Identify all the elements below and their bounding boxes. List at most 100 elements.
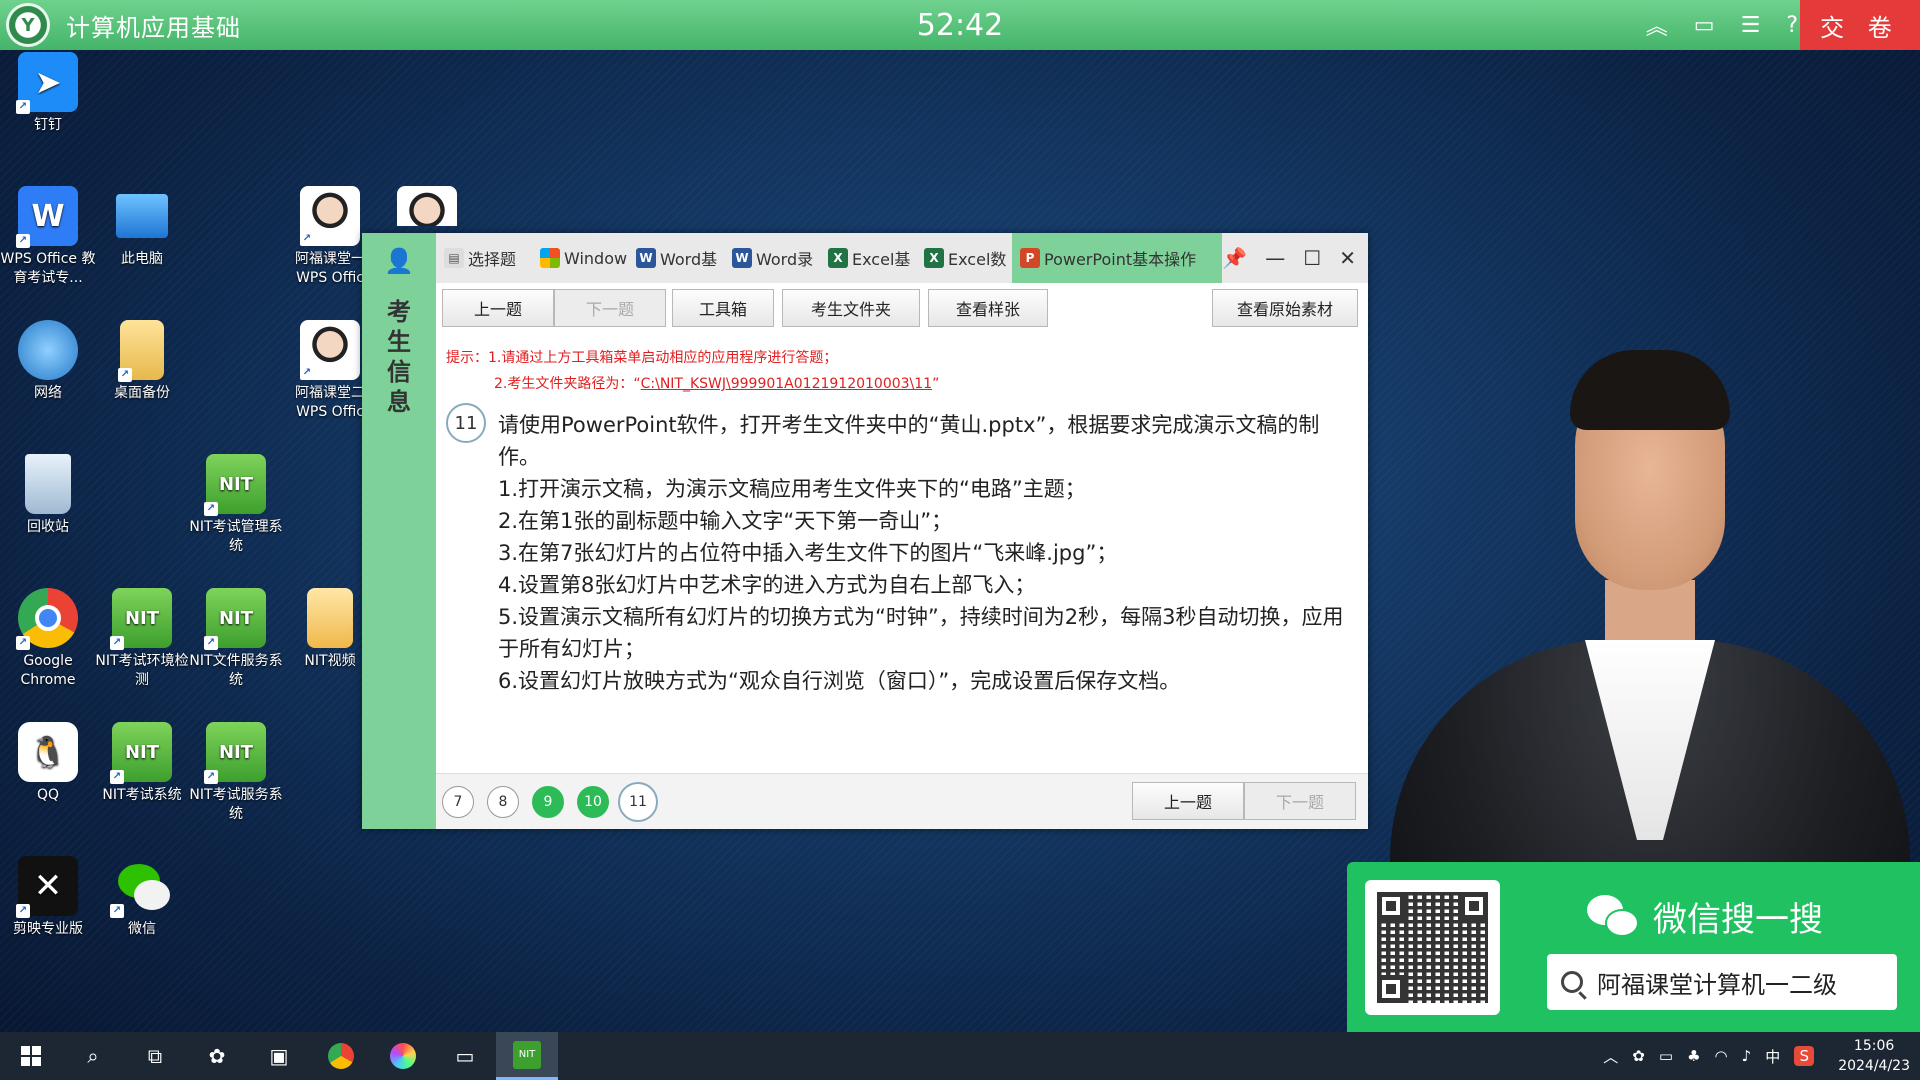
close-icon[interactable]: ✕ [1339,246,1356,270]
student-folder-button[interactable]: 考生文件夹 [782,289,920,327]
footer-next-question-button[interactable]: 下一题 [1244,782,1356,820]
next-question-button[interactable]: 下一题 [554,289,666,327]
student-folder-path-link[interactable]: C:\NIT_KSWJ\999901A0121912010003\11 [641,376,932,392]
desktop-icon-google-chrome[interactable]: ↗ Google Chrome [0,588,98,690]
tab-choice[interactable]: ▤ 选择题 [436,233,532,283]
color-wheel-icon [390,1043,416,1069]
question-dot-8[interactable]: 8 [487,786,519,818]
wechat-search-title: 微信搜一搜 [1587,892,1823,941]
tab-word-input[interactable]: W Word录 [724,233,820,283]
desktop-icon-dingtalk[interactable]: ➤ ↗ 钉钉 [0,52,98,135]
window-icon[interactable]: ▭ [1694,13,1715,38]
wechat-search-box: 阿福课堂计算机一二级 [1547,954,1897,1010]
question-line: 请使用PowerPoint软件，打开考生文件夹中的“黄山.pptx”，根据要求完… [498,413,1320,469]
view-sample-button[interactable]: 查看样张 [928,289,1048,327]
view-original-material-button[interactable]: 查看原始素材 [1212,289,1358,327]
question-text: 请使用PowerPoint软件，打开考生文件夹中的“黄山.pptx”，根据要求完… [498,409,1358,697]
question-line: 1.打开演示文稿，为演示文稿应用考生文件夹下的“电路”主题； [498,477,1086,501]
desktop-icon-this-pc[interactable]: 此电脑 [92,186,192,269]
student-info-panel[interactable]: 👤 考生信息 [362,233,436,829]
minimize-icon[interactable]: — [1265,246,1285,270]
tray-app-icon[interactable]: ✿ [1632,1047,1645,1065]
taskbar-app-window[interactable]: ▭ [434,1032,496,1080]
maximize-icon[interactable]: ☐ [1303,246,1321,270]
question-line: 2.在第1张的副标题中输入文字“天下第一奇山”； [498,509,953,533]
app-logo-icon: Y [6,3,50,47]
sogou-ime-icon[interactable]: S [1794,1046,1815,1066]
taskbar-app-screen[interactable]: ▣ [248,1032,310,1080]
question-line: 3.在第7张幻灯片的占位符中插入考生文件下的图片“飞来峰.jpg”； [498,541,1118,565]
network-globe-icon [18,320,78,380]
exam-toolbar: 上一题 下一题 工具箱 考生文件夹 查看样张 查看原始素材 [436,283,1368,333]
question-dot-7[interactable]: 7 [442,786,474,818]
desktop-icon-nit-env-check[interactable]: NIT ↗ NIT考试环境检测 [92,588,192,690]
student-info-label: 考生信息 [387,298,411,416]
qq-penguin-icon: 🐧 [18,722,78,782]
search-taskbar-button[interactable]: ⌕ [62,1032,124,1080]
taskbar-app-flower[interactable]: ✿ [186,1032,248,1080]
word-icon: W [636,248,656,268]
desktop-icon-qq[interactable]: 🐧 QQ [0,722,98,805]
desktop-icon-network[interactable]: 网络 [0,320,98,403]
chevron-up-icon[interactable]: ︿ [1603,1046,1618,1067]
task-view-button[interactable]: ⧉ [124,1032,186,1080]
list-icon[interactable]: ☰ [1741,13,1761,38]
submit-exam-button[interactable]: 交 卷 [1800,0,1920,50]
windows-taskbar: ⌕ ⧉ ✿ ▣ ▭ NIT ︿ ✿ ▭ ♣ ◠ ♪ 中 S 15:06 2024… [0,1032,1920,1080]
desktop-icon-desktop-backup[interactable]: ↗ 桌面备份 [92,320,192,403]
chrome-icon [328,1043,354,1069]
question-dot-9[interactable]: 9 [532,786,564,818]
taskbar-app-nit[interactable]: NIT [496,1032,558,1080]
tab-windows[interactable]: Window [532,233,628,283]
desktop-icon-nit-file-service[interactable]: NIT ↗ NIT文件服务系统 [186,588,286,690]
capcut-icon: ✕ ↗ [16,856,78,918]
desktop-icon-recycle-bin[interactable]: 回收站 [0,454,98,537]
windows-icon [540,248,560,268]
flower-app-icon: ✿ [208,1044,226,1068]
tray-app-icon-2[interactable]: ♣ [1687,1047,1700,1065]
battery-icon[interactable]: ▭ [1659,1047,1673,1065]
question-line: 6.设置幻灯片放映方式为“观众自行浏览（窗口）”，完成设置后保存文档。 [498,669,1181,693]
question-navigator: 7 8 9 10 11 上一题 下一题 [436,773,1368,829]
help-icon[interactable]: ? [1786,13,1798,38]
volume-icon[interactable]: ♪ [1742,1047,1752,1065]
collapse-up-icon[interactable]: ︽ [1646,9,1668,41]
desktop-icon-capcut[interactable]: ✕ ↗ 剪映专业版 [0,856,98,939]
pin-icon[interactable]: 📌 [1222,246,1247,270]
toolbox-button[interactable]: 工具箱 [672,289,774,327]
ime-indicator[interactable]: 中 [1765,1046,1780,1067]
taskbar-app-chrome[interactable] [310,1032,372,1080]
question-dot-10[interactable]: 10 [577,786,609,818]
desktop-icon-wps-education[interactable]: W ↗ WPS Office 教育考试专... [0,186,98,288]
tab-powerpoint-basic[interactable]: P PowerPoint基本操作 [1012,233,1222,283]
system-clock[interactable]: 15:06 2024/4/23 [1838,1036,1910,1076]
desktop-icon-nit-exam-system[interactable]: NIT ↗ NIT考试系统 [92,722,192,805]
screen-app-icon: ▣ [269,1044,289,1068]
wechat-search-banner: 微信搜一搜 阿福课堂计算机一二级 [1347,862,1920,1032]
desktop-icon-wechat[interactable]: ↗ 微信 [92,856,192,939]
nit-icon: NIT ↗ [204,454,266,516]
nit-icon: NIT ↗ [204,588,266,650]
nit-icon: NIT ↗ [204,722,266,784]
taskbar-app-color[interactable] [372,1032,434,1080]
app-title: 计算机应用基础 [66,13,241,42]
tab-word-basic[interactable]: W Word基 [628,233,724,283]
prev-question-button[interactable]: 上一题 [442,289,554,327]
question-number: 11 [446,403,486,443]
avatar-icon: ↗ [300,320,360,380]
chrome-icon: ↗ [16,588,78,650]
desktop-icon-nit-exam-service[interactable]: NIT ↗ NIT考试服务系统 [186,722,286,824]
window-app-icon: ▭ [455,1044,475,1068]
tab-excel-basic[interactable]: X Excel基 [820,233,916,283]
search-icon: ⌕ [87,1044,99,1068]
tab-excel-data[interactable]: X Excel数 [916,233,1012,283]
footer-prev-question-button[interactable]: 上一题 [1132,782,1244,820]
wifi-icon[interactable]: ◠ [1715,1047,1728,1065]
desktop-icon-nit-exam-management[interactable]: NIT ↗ NIT考试管理系统 [186,454,286,556]
desktop-icon-avatar-partial[interactable] [377,186,477,226]
avatar-icon: ↗ [300,186,360,246]
qr-code-image [1365,880,1500,1015]
exam-window: 👤 考生信息 ▤ 选择题 Window W Word基 W Word录 X Excel基… [362,233,1368,829]
question-dot-11[interactable]: 11 [618,782,658,822]
start-button[interactable] [0,1032,62,1080]
